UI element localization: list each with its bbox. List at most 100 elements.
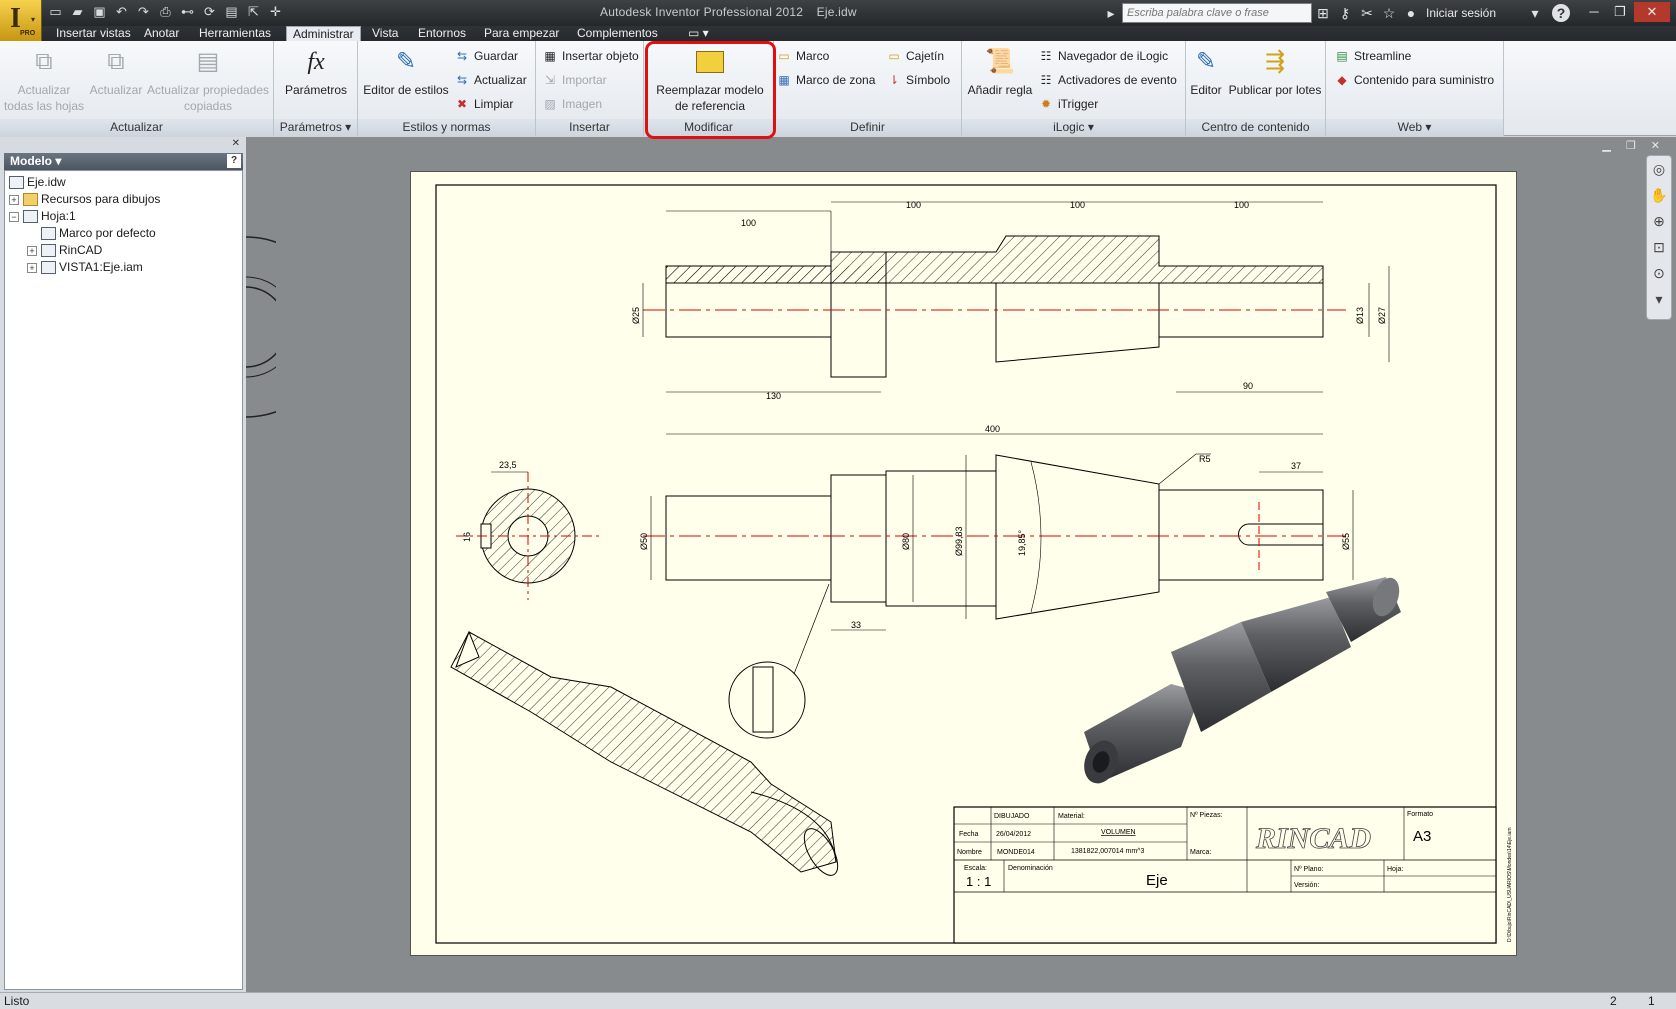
collapse-icon[interactable]: − <box>9 211 19 222</box>
tree-item-border[interactable]: Marco por defecto <box>41 225 156 241</box>
update-icon[interactable]: ⟳ <box>200 3 219 21</box>
editor-button[interactable]: ✎ Editor <box>1188 43 1224 98</box>
zoom-window-icon[interactable]: ⊡ <box>1647 234 1671 260</box>
tree-item-title-block[interactable]: + RinCAD <box>27 242 102 258</box>
close-icon[interactable]: ✕ <box>1634 2 1670 22</box>
navbar-options-icon[interactable]: ▾ <box>1647 286 1671 312</box>
symbol-button[interactable]: ⇂ Símbolo <box>886 69 950 91</box>
panel-title-web[interactable]: Web ▾ <box>1326 119 1503 136</box>
restore-icon[interactable]: ❐ <box>1608 2 1632 22</box>
model-browser: ✕ Modelo ▾ ? Eje.idw + Recursos para dibu… <box>0 137 246 992</box>
expand-icon[interactable]: + <box>27 262 37 273</box>
tab-para-empezar[interactable]: Para empezar <box>478 26 565 41</box>
streamline-button[interactable]: ▤ Streamline <box>1334 45 1411 67</box>
browser-close-icon[interactable]: ✕ <box>232 138 240 149</box>
style-editor-icon: ✎ <box>395 48 417 75</box>
dim-100-d: 100 <box>1234 200 1249 210</box>
tools-icon[interactable]: ✂ <box>1356 3 1378 23</box>
tree-item-sheet[interactable]: − Hoja:1 <box>9 208 76 224</box>
add-rule-button[interactable]: 📜 Añadir regla <box>964 43 1036 98</box>
supplier-content-button[interactable]: ◆ Contenido para suministro <box>1334 69 1494 91</box>
dim-1985: 19,85° <box>1017 529 1027 556</box>
minimize-icon[interactable]: ─ <box>1582 2 1606 22</box>
key-icon[interactable]: ⚷ <box>1334 3 1356 23</box>
arrow-right-icon[interactable]: ▸ <box>1100 3 1122 23</box>
tab-overflow-icon[interactable]: ▭ ▾ <box>682 26 715 41</box>
browser-tree: Eje.idw + Recursos para dibujos − Hoja:1 M… <box>4 170 243 990</box>
tb-nplano: Nº Plano: <box>1294 866 1323 873</box>
border-button[interactable]: ▭ Marco <box>776 45 829 67</box>
browser-header[interactable]: Modelo ▾ ? <box>4 153 243 170</box>
panel-actualizar: ⧉ Actualizar todas las hojas ⧉ Actualiza… <box>0 41 274 136</box>
open-icon[interactable]: ▰ <box>68 3 87 21</box>
window-controls: ─ ❐ ✕ <box>1582 2 1670 22</box>
graphics-window[interactable]: ▁ ❐ ✕ 100 100 100 100 130 90 Ø25 Ø13 Ø27… <box>246 137 1676 992</box>
measure-icon[interactable]: ⊷ <box>178 3 197 21</box>
event-triggers-icon: ☷ <box>1040 73 1052 87</box>
purge-styles-button[interactable]: ✖ Limpiar <box>454 93 513 115</box>
import-button[interactable]: ⇲ Importar <box>542 69 607 91</box>
itrigger-button[interactable]: ✹ iTrigger <box>1038 93 1098 115</box>
user-icon[interactable]: ● <box>1400 3 1422 23</box>
tab-anotar[interactable]: Anotar <box>138 26 185 41</box>
tree-item-document[interactable]: Eje.idw <box>9 174 66 190</box>
select-icon[interactable]: ✛ <box>266 3 285 21</box>
parameters-button[interactable]: fx Parámetros <box>278 43 354 98</box>
zoom-all-icon[interactable]: ⊙ <box>1647 260 1671 286</box>
pan-icon[interactable]: ✋ <box>1647 182 1671 208</box>
update-button[interactable]: ⧉ Actualizar <box>88 43 144 98</box>
tab-entornos[interactable]: Entornos <box>412 26 472 41</box>
expand-icon[interactable]: + <box>27 245 37 256</box>
tab-insertar-vistas[interactable]: Insertar vistas <box>50 26 137 41</box>
expand-icon[interactable]: + <box>9 194 19 205</box>
title-block-button[interactable]: ▭ Cajetín <box>886 45 944 67</box>
drawing-sheet[interactable]: 100 100 100 100 130 90 Ø25 Ø13 Ø27 400 3… <box>410 171 1517 956</box>
tab-complementos[interactable]: Complementos <box>571 26 664 41</box>
tab-vista[interactable]: Vista <box>366 26 404 41</box>
quick-access-toolbar: ▭ ▰ ▣ ↶ ↷ ⎙ ⊷ ⟳ ▤ ⇱ ✛ <box>46 3 285 21</box>
undo-icon[interactable]: ↶ <box>112 3 131 21</box>
tree-item-resources[interactable]: + Recursos para dibujos <box>9 191 160 207</box>
update-copied-properties-button[interactable]: ▤ Actualizar propiedades copiadas <box>144 43 272 114</box>
panel-title-parametros[interactable]: Parámetros ▾ <box>274 119 357 136</box>
tree-item-view[interactable]: + VISTA1:Eje.iam <box>27 259 143 275</box>
tab-administrar[interactable]: Administrar <box>286 26 361 42</box>
isometric-section-view <box>450 630 839 876</box>
steering-wheel-icon[interactable]: ◎ <box>1647 156 1671 182</box>
zoom-icon[interactable]: ⊕ <box>1647 208 1671 234</box>
itrigger-icon: ✹ <box>1040 97 1052 111</box>
canvas-window-controls[interactable]: ▁ ❐ ✕ <box>1602 139 1666 152</box>
save-icon[interactable]: ▣ <box>90 3 109 21</box>
section-view <box>642 201 1390 393</box>
update-styles-button[interactable]: ⇆ Actualizar <box>454 69 527 91</box>
browser-help-icon[interactable]: ? <box>227 154 241 168</box>
tb-formato-label: Formato <box>1407 811 1433 818</box>
help-button[interactable]: ? <box>1552 4 1571 22</box>
insert-object-button[interactable]: ▦ Insertar objeto <box>542 45 638 67</box>
tab-herramientas[interactable]: Herramientas <box>193 26 277 41</box>
ilogic-browser-button[interactable]: ☷ Navegador de iLogic <box>1038 45 1168 67</box>
chevron-down-icon[interactable]: ▾ <box>1524 3 1546 23</box>
properties-icon[interactable]: ▤ <box>222 3 241 21</box>
print-icon[interactable]: ⎙ <box>156 3 175 21</box>
return-icon[interactable]: ⇱ <box>244 3 263 21</box>
image-button[interactable]: ▨ Imagen <box>542 93 602 115</box>
redo-icon[interactable]: ↷ <box>134 3 153 21</box>
folder-icon <box>23 193 38 207</box>
star-icon[interactable]: ☆ <box>1378 3 1400 23</box>
signin-button[interactable]: Iniciar sesión <box>1426 6 1496 20</box>
batch-publish-button[interactable]: ⇶ Publicar por lotes <box>1226 43 1324 98</box>
event-triggers-button[interactable]: ☷ Activadores de evento <box>1038 69 1177 91</box>
new-icon[interactable]: ▭ <box>46 3 65 21</box>
save-styles-button[interactable]: ⇆ Guardar <box>454 45 518 67</box>
binoculars-icon[interactable]: ⊞ <box>1312 3 1334 23</box>
update-all-sheets-button[interactable]: ⧉ Actualizar todas las hojas <box>2 43 86 114</box>
update-copied-properties-label: Actualizar propiedades copiadas <box>146 83 270 113</box>
import-label: Importar <box>562 73 607 87</box>
panel-title-ilogic[interactable]: iLogic ▾ <box>962 119 1185 136</box>
style-editor-button[interactable]: ✎ Editor de estilos <box>362 43 450 98</box>
search-input[interactable] <box>1122 3 1312 23</box>
application-menu-button[interactable]: I ▾ PRO <box>0 0 42 41</box>
tree-item-label: Hoja:1 <box>41 209 76 223</box>
zone-border-button[interactable]: ▦ Marco de zona <box>776 69 875 91</box>
